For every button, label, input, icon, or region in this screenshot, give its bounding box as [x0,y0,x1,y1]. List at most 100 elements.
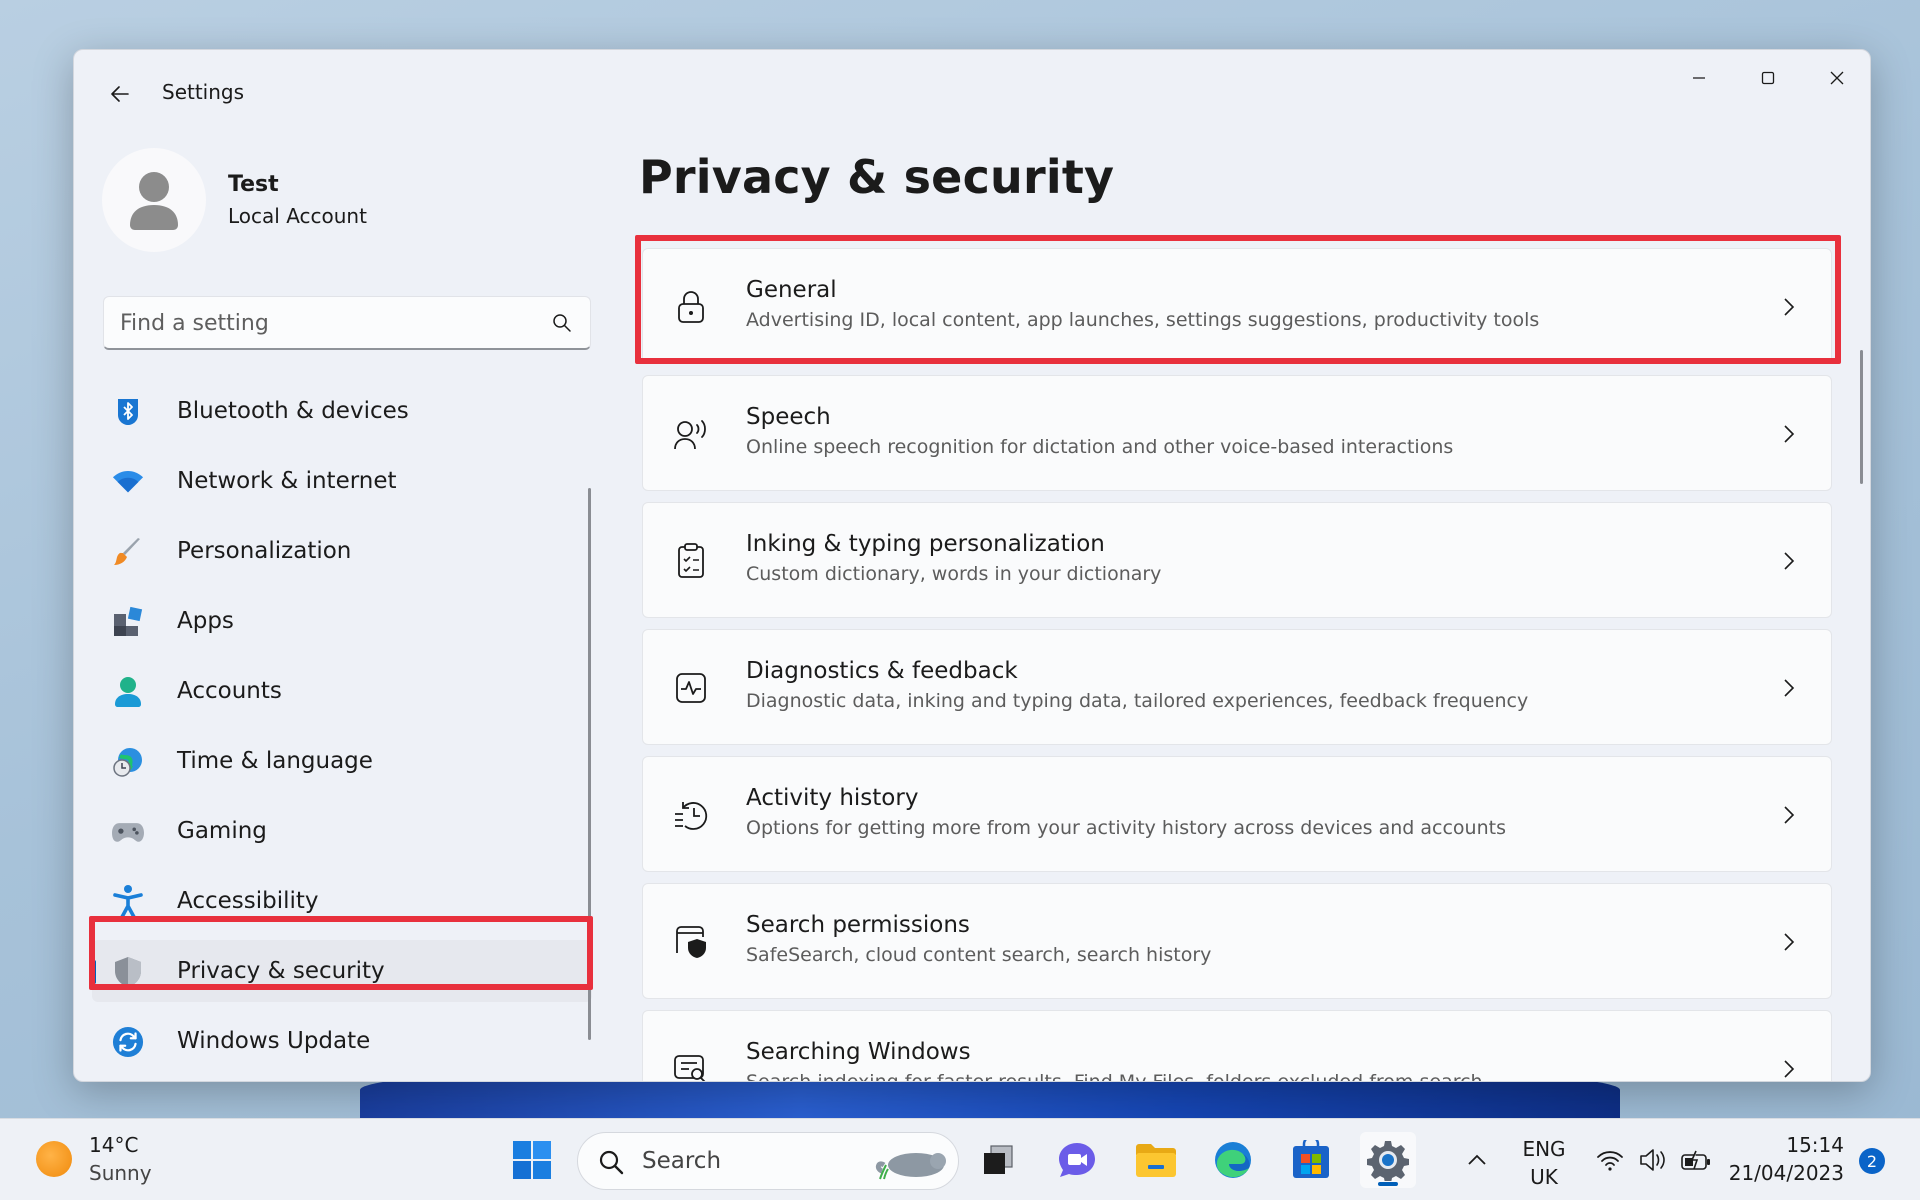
weather-temperature[interactable]: 14°C [89,1133,138,1157]
sidebar-item-accessibility[interactable]: Accessibility [92,870,592,932]
file-explorer-button[interactable] [1128,1132,1184,1188]
maximize-button[interactable] [1735,58,1801,98]
page-title: Privacy & security [639,150,1115,204]
task-view-button[interactable] [970,1132,1026,1188]
start-button[interactable] [504,1132,560,1188]
card-title: General [746,277,837,303]
history-icon [673,797,709,833]
search-input[interactable] [120,307,520,339]
sidebar-nav: Bluetooth & devices Network & internet P… [92,380,592,1080]
sidebar-scrollbar[interactable] [588,488,591,1040]
sidebar-item-time-language[interactable]: Time & language [92,730,592,792]
input-language-indicator[interactable]: ENG UK [1512,1135,1576,1191]
volume-tray-button[interactable] [1636,1145,1668,1175]
sidebar-item-label: Network & internet [177,468,397,494]
chevron-right-icon [1777,928,1801,956]
windows-logo-icon [513,1141,551,1179]
profile-name: Test [228,172,279,197]
clock-time[interactable]: 15:14 [1786,1133,1844,1157]
maximize-icon [1761,71,1775,85]
shield-icon [112,956,144,988]
weather-condition[interactable]: Sunny [89,1161,152,1185]
lock-icon [673,289,709,325]
teams-chat-icon [1059,1143,1095,1177]
bluetooth-icon [112,396,144,428]
sidebar-item-label: Bluetooth & devices [177,398,409,424]
card-title: Speech [746,404,831,430]
gamepad-icon [112,816,144,848]
edge-browser-button[interactable] [1205,1132,1261,1188]
chevron-right-icon [1777,674,1801,702]
chevron-right-icon [1777,547,1801,575]
card-searching-windows[interactable]: Searching Windows Search indexing for fa… [642,1010,1832,1082]
sidebar-item-gaming[interactable]: Gaming [92,800,592,862]
sidebar-item-personalization[interactable]: Personalization [92,520,592,582]
card-title: Diagnostics & feedback [746,658,1018,684]
chevron-right-icon [1777,420,1801,448]
card-speech[interactable]: Speech Online speech recognition for dic… [642,375,1832,491]
speech-icon [673,416,709,452]
sidebar-item-windows-update[interactable]: Windows Update [92,1010,592,1072]
card-general[interactable]: General Advertising ID, local content, a… [642,248,1832,364]
minimize-button[interactable] [1666,58,1732,98]
chevron-up-icon [1468,1154,1486,1165]
active-app-indicator [1378,1182,1398,1186]
clock-date[interactable]: 21/04/2023 [1729,1161,1844,1185]
back-button[interactable] [100,74,140,114]
language-region: UK [1530,1165,1558,1189]
sidebar-item-accounts[interactable]: Accounts [92,660,592,722]
search-icon [552,313,572,337]
diagnostics-icon [673,670,709,706]
apps-icon [112,606,144,638]
card-description: Advertising ID, local content, app launc… [746,309,1540,331]
card-diagnostics-feedback[interactable]: Diagnostics & feedback Diagnostic data, … [642,629,1832,745]
teams-chat-button[interactable] [1049,1132,1105,1188]
microsoft-store-button[interactable] [1283,1132,1339,1188]
card-description: Options for getting more from your activ… [746,817,1506,839]
app-title: Settings [162,80,245,104]
sidebar-item-apps[interactable]: Apps [92,590,592,652]
sidebar-item-label: Accounts [177,678,282,704]
notification-count-badge[interactable]: 2 [1859,1148,1885,1174]
volume-icon [1640,1149,1665,1171]
sidebar-item-label: Windows Update [177,1028,371,1054]
battery-tray-button[interactable] [1678,1145,1714,1175]
show-hidden-icons-button[interactable] [1462,1145,1492,1175]
settings-window: Settings Test Local Account Find a setti… [73,49,1871,1082]
card-activity-history[interactable]: Activity history Options for getting mor… [642,756,1832,872]
card-search-permissions[interactable]: Search permissions SafeSearch, cloud con… [642,883,1832,999]
find-setting-search[interactable] [103,296,591,350]
user-avatar-icon [130,172,178,230]
taskbar-search[interactable]: Search [577,1132,959,1190]
accessibility-icon [112,885,144,919]
settings-card-list: General Advertising ID, local content, a… [642,248,1832,1082]
sidebar-item-privacy-security[interactable]: Privacy & security [92,940,592,1002]
card-title: Inking & typing personalization [746,531,1105,557]
sidebar-item-bluetooth[interactable]: Bluetooth & devices [92,380,592,442]
card-description: Custom dictionary, words in your diction… [746,563,1162,585]
profile-account-type: Local Account [228,204,367,228]
settings-taskbar-button[interactable] [1360,1132,1416,1188]
network-tray-button[interactable] [1594,1145,1626,1175]
back-arrow-icon [111,86,129,102]
card-inking-typing[interactable]: Inking & typing personalization Custom d… [642,502,1832,618]
card-title: Searching Windows [746,1039,971,1065]
sidebar-item-label: Privacy & security [177,958,385,984]
sun-icon[interactable] [36,1141,72,1177]
sidebar-item-label: Time & language [177,748,373,774]
main-scrollbar[interactable] [1860,350,1863,484]
card-description: Diagnostic data, inking and typing data,… [746,690,1529,712]
avatar [102,148,206,252]
selection-indicator [92,960,96,984]
search-icon [599,1150,624,1175]
taskbar-search-label: Search [642,1148,722,1174]
sidebar-item-label: Accessibility [177,888,319,914]
close-button[interactable] [1804,58,1870,98]
card-description: Search indexing for faster results, Find… [746,1071,1483,1082]
search-shield-icon [673,924,709,960]
wifi-icon [112,466,144,498]
sidebar-item-network[interactable]: Network & internet [92,450,592,512]
folder-icon [1136,1144,1176,1177]
sidebar-item-label: Personalization [177,538,352,564]
sidebar-item-label: Apps [177,608,234,634]
